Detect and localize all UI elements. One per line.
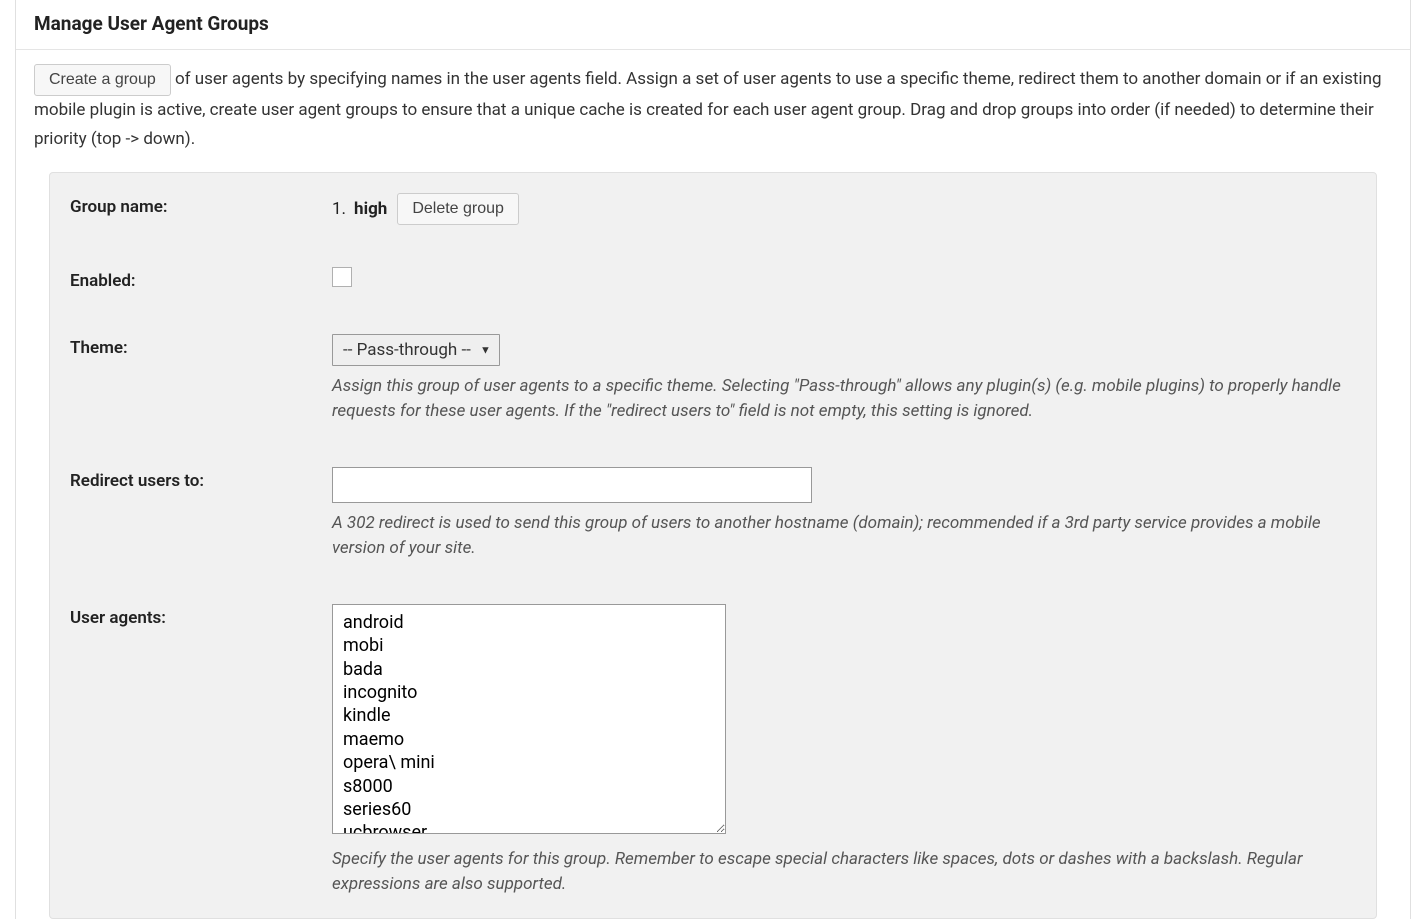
- page-title: Manage User Agent Groups: [34, 12, 1392, 35]
- label-enabled: Enabled:: [70, 267, 332, 291]
- intro-text: of user agents by specifying names in th…: [34, 69, 1382, 149]
- row-enabled: Enabled:: [70, 267, 1356, 292]
- delete-group-button[interactable]: Delete group: [397, 193, 519, 225]
- redirect-help-text: A 302 redirect is used to send this grou…: [332, 511, 1356, 562]
- label-group-name: Group name:: [70, 193, 332, 217]
- enabled-checkbox[interactable]: [332, 267, 352, 287]
- intro-paragraph: Create a group of user agents by specify…: [34, 64, 1392, 154]
- user-agents-help-text: Specify the user agents for this group. …: [332, 847, 1356, 898]
- row-redirect: Redirect users to: A 302 redirect is use…: [70, 467, 1356, 562]
- row-group-name: Group name: 1. high Delete group: [70, 193, 1356, 225]
- chevron-down-icon: ▼: [480, 343, 491, 356]
- label-user-agents: User agents:: [70, 604, 332, 628]
- group-name-value: high: [354, 199, 387, 219]
- label-theme: Theme:: [70, 334, 332, 358]
- group-index: 1.: [332, 199, 346, 219]
- row-user-agents: User agents: android mobi bada incognito…: [70, 604, 1356, 898]
- group-settings-box: Group name: 1. high Delete group Enabled…: [49, 172, 1377, 919]
- theme-selected-value: -- Pass-through --: [343, 340, 471, 360]
- divider: [16, 49, 1410, 50]
- theme-select[interactable]: -- Pass-through -- ▼: [332, 334, 500, 366]
- create-group-button[interactable]: Create a group: [34, 64, 171, 96]
- redirect-input[interactable]: [332, 467, 812, 503]
- row-theme: Theme: -- Pass-through -- ▼ Assign this …: [70, 334, 1356, 425]
- theme-help-text: Assign this group of user agents to a sp…: [332, 374, 1356, 425]
- user-agents-textarea[interactable]: android mobi bada incognito kindle maemo…: [332, 604, 726, 834]
- label-redirect: Redirect users to:: [70, 467, 332, 491]
